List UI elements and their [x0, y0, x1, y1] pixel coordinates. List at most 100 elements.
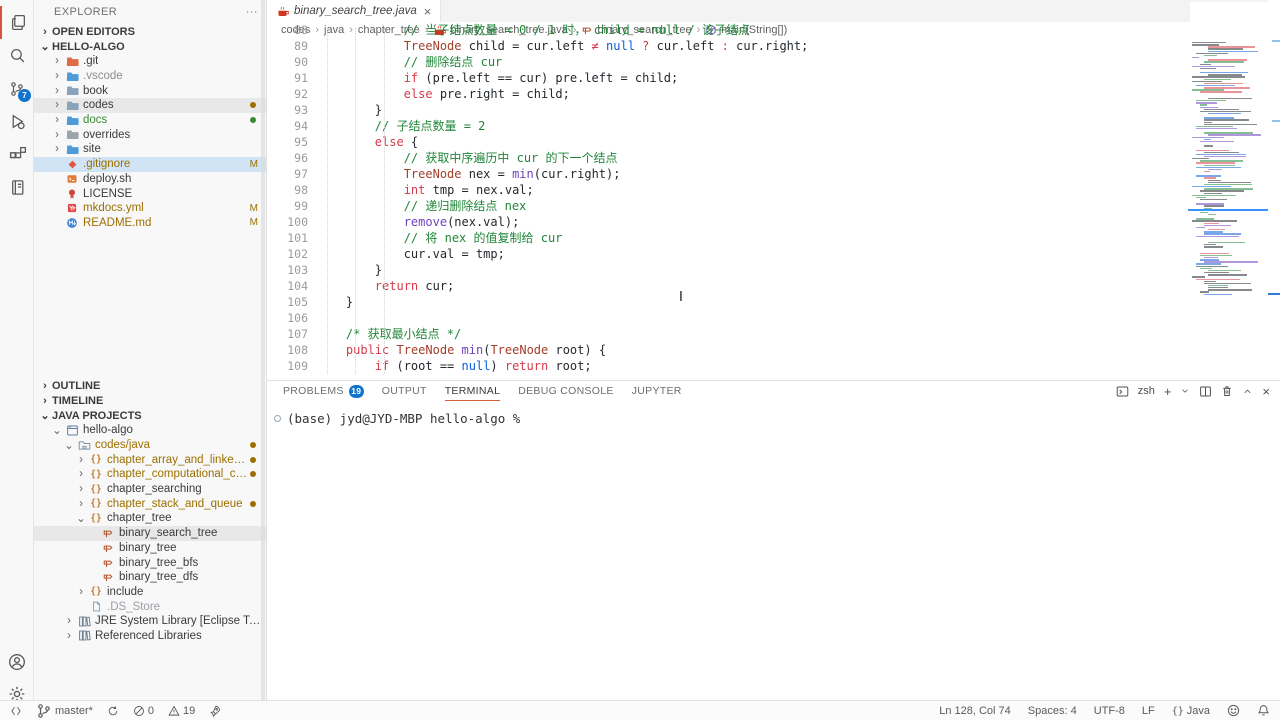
section-header-timeline[interactable]: ›TIMELINE: [34, 393, 266, 408]
section-header-java-projects[interactable]: ⌄JAVA PROJECTS: [34, 408, 266, 423]
indent-guide: [355, 28, 356, 374]
status-feedback[interactable]: [1225, 704, 1242, 717]
close-icon[interactable]: ×: [1262, 384, 1270, 399]
minimap-line: [1204, 55, 1217, 56]
braces-icon: {}: [88, 454, 104, 465]
activity-bar-item-run-debug[interactable]: [0, 105, 34, 138]
status-git-branch[interactable]: master*: [34, 703, 95, 719]
tree-item-binary-tree-dfs[interactable]: binary_tree_dfs: [34, 570, 266, 585]
branch-icon: [36, 703, 52, 719]
tree-item-hello-algo[interactable]: ⌄hello-algo: [34, 423, 266, 438]
activity-bar-item-notebook[interactable]: [0, 171, 34, 204]
chevron-right-icon: ›: [50, 85, 64, 97]
panel-tab-debug-console[interactable]: DEBUG CONSOLE: [518, 381, 614, 401]
tree-item-docs[interactable]: ›docs: [34, 113, 266, 128]
tree-item-codes[interactable]: ›codes: [34, 98, 266, 113]
folder-icon: [64, 128, 80, 141]
tree-item-label: .vscode: [83, 70, 123, 82]
sidebar-scrollbar[interactable]: [261, 0, 265, 700]
tree-item-mkdocs-yml[interactable]: mkdocs.ymlM: [34, 201, 266, 216]
activity-bar-item-explorer[interactable]: [0, 6, 34, 39]
chevron-up-icon[interactable]: [1242, 386, 1253, 397]
tree-item-book[interactable]: ›book: [34, 83, 266, 98]
tree-item-include[interactable]: ›{}include: [34, 585, 266, 600]
section-header-outline[interactable]: ›OUTLINE: [34, 378, 266, 393]
panel-tab-terminal[interactable]: TERMINAL: [445, 381, 501, 401]
sync-icon: [107, 705, 119, 717]
tree-item-binary-tree[interactable]: binary_tree: [34, 541, 266, 556]
minimap[interactable]: [1190, 2, 1268, 380]
chevron-down-icon[interactable]: [1180, 386, 1190, 396]
tree-item-chapter-computational-complexity[interactable]: ›{}chapter_computational_complexity: [34, 467, 266, 482]
open-editors-header[interactable]: › OPEN EDITORS: [34, 24, 266, 39]
activity-bar-item-account[interactable]: [0, 645, 34, 678]
status-indentation[interactable]: Spaces: 4: [1026, 705, 1079, 717]
terminal-content[interactable]: (base) jyd@JYD-MBP hello-algo %: [283, 411, 520, 426]
status-eol[interactable]: LF: [1140, 705, 1157, 717]
status-language-mode[interactable]: {}Java: [1170, 705, 1212, 717]
minimap-line: [1196, 279, 1240, 280]
editor-tab-strip: binary_search_tree.java × ···: [267, 0, 1280, 22]
tree-item--vscode[interactable]: ›.vscode: [34, 69, 266, 84]
code-editor[interactable]: 88 // 当子结点数量 = 0 / 1 时， child = null / 该…: [267, 22, 1280, 374]
status-sync[interactable]: [105, 705, 121, 717]
tree-item--git[interactable]: ›.git: [34, 54, 266, 69]
tree-item--gitignore[interactable]: .gitignoreM: [34, 157, 266, 172]
tree-item-label: binary_tree_dfs: [119, 571, 198, 583]
workspace-root-header[interactable]: ⌄ HELLO-ALGO: [34, 39, 266, 54]
code-text: [308, 310, 317, 326]
git-change-dot: [250, 457, 256, 463]
code-line: 89 TreeNode child = cur.left ≠ null ? cu…: [267, 38, 1280, 54]
status-java-status[interactable]: [207, 705, 223, 717]
panel-tab-output[interactable]: OUTPUT: [382, 381, 427, 401]
status-warnings[interactable]: 19: [166, 705, 197, 717]
code-text: cur.val = tmp;: [308, 246, 505, 262]
braces-icon: {}: [88, 513, 104, 524]
status-remote-indicator[interactable]: [8, 705, 24, 717]
trash-icon[interactable]: [1221, 385, 1233, 397]
git-change-dot: [250, 102, 256, 108]
tree-item-label: overrides: [83, 129, 130, 141]
sidebar-more-actions-icon[interactable]: ···: [246, 6, 258, 18]
tree-item-site[interactable]: ›site: [34, 142, 266, 157]
tree-item-binary-search-tree[interactable]: binary_search_tree: [34, 526, 266, 541]
panel-tab-problems[interactable]: PROBLEMS19: [283, 381, 364, 401]
tree-item-codes-java[interactable]: ⌄codes/java: [34, 438, 266, 453]
code-line: 107 /* 获取最小结点 */: [267, 326, 1280, 342]
activity-bar-item-extensions[interactable]: [0, 138, 34, 171]
plus-icon[interactable]: +: [1164, 384, 1172, 399]
activity-bar-item-source-control[interactable]: 7: [0, 72, 34, 105]
tree-item-deploy-sh[interactable]: deploy.sh: [34, 172, 266, 187]
status-errors[interactable]: 0: [131, 705, 156, 717]
tree-item-label: chapter_computational_complexity: [107, 468, 250, 480]
status-cursor-position[interactable]: Ln 128, Col 74: [937, 705, 1013, 717]
status-encoding[interactable]: UTF-8: [1092, 705, 1127, 717]
code-text: return cur;: [308, 278, 454, 294]
code-line: 88 // 当子结点数量 = 0 / 1 时， child = null / 该…: [267, 22, 1280, 38]
tree-item-chapter-array-and-linkedlist[interactable]: ›{}chapter_array_and_linkedlist: [34, 452, 266, 467]
tree-item-jre-system-library-eclipse-temurin-17-17-[interactable]: ›JRE System Library [Eclipse Temurin 17 …: [34, 614, 266, 629]
activity-bar-item-search[interactable]: [0, 39, 34, 72]
status-label: UTF-8: [1094, 705, 1125, 717]
tree-item-label: LICENSE: [83, 188, 132, 200]
tree-item-chapter-searching[interactable]: ›{}chapter_searching: [34, 482, 266, 497]
line-number: 89: [267, 38, 308, 54]
line-number: 92: [267, 86, 308, 102]
close-icon[interactable]: ×: [424, 4, 432, 19]
folder-icon: [64, 84, 80, 97]
tree-item--ds-store[interactable]: .DS_Store: [34, 599, 266, 614]
split-icon[interactable]: [1199, 385, 1212, 398]
panel-tab-jupyter[interactable]: JUPYTER: [632, 381, 682, 401]
tree-item-referenced-libraries[interactable]: ›Referenced Libraries: [34, 629, 266, 644]
tree-item-binary-tree-bfs[interactable]: binary_tree_bfs: [34, 555, 266, 570]
minimap-line: [1208, 289, 1252, 290]
tree-item-overrides[interactable]: ›overrides: [34, 127, 266, 142]
tab-binary-search-tree-java[interactable]: binary_search_tree.java ×: [267, 0, 441, 22]
braces-icon: {}: [88, 586, 104, 597]
tree-item-chapter-stack-and-queue[interactable]: ›{}chapter_stack_and_queue: [34, 496, 266, 511]
tree-item-readme-md[interactable]: README.mdM: [34, 216, 266, 231]
tree-item-license[interactable]: LICENSE: [34, 186, 266, 201]
terminal-icon[interactable]: [1116, 385, 1129, 398]
tree-item-chapter-tree[interactable]: ⌄{}chapter_tree: [34, 511, 266, 526]
status-notifications[interactable]: [1255, 704, 1272, 717]
